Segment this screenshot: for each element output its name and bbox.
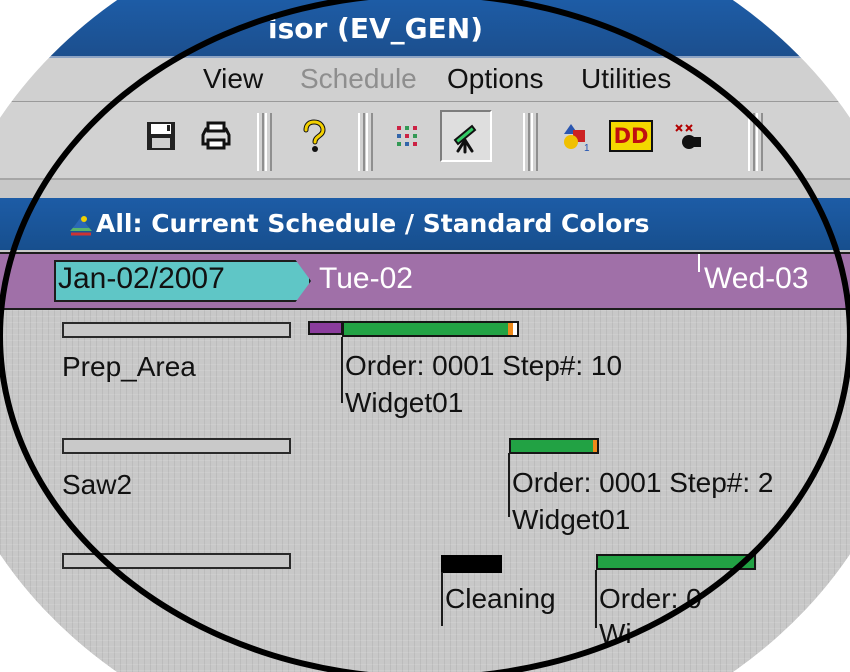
- item-label[interactable]: Wi: [599, 618, 632, 650]
- task-progress: [511, 440, 593, 452]
- task-bar[interactable]: [509, 438, 599, 454]
- application-window-crop: isor (EV_GEN) View Schedule Options Util…: [0, 0, 850, 672]
- menu-schedule[interactable]: Schedule: [300, 65, 417, 93]
- menu-bar: View Schedule Options Utilities: [0, 58, 850, 102]
- timeline-header: Jan-02/2007 Tue-02 Wed-03: [0, 252, 850, 310]
- grid-view-button[interactable]: [383, 110, 435, 162]
- toolbar-separator: [748, 113, 755, 171]
- save-button[interactable]: [135, 110, 187, 162]
- telescope-icon: [453, 124, 477, 154]
- resource-capacity-bar[interactable]: [62, 438, 291, 454]
- toolbar-separator: [366, 113, 373, 171]
- grid-icon: [397, 126, 417, 146]
- bug-button[interactable]: [660, 110, 712, 162]
- day-label-tue: Tue-02: [319, 262, 413, 295]
- task-bar[interactable]: [596, 554, 756, 570]
- day-label-wed: Wed-03: [704, 262, 809, 295]
- toolbar-separator: [257, 113, 264, 171]
- task-bar[interactable]: [342, 321, 519, 337]
- toolbar-separator: [265, 113, 272, 171]
- schedule-title: All: Current Schedule / Standard Colors: [96, 209, 650, 238]
- resource-name[interactable]: Saw2: [62, 469, 132, 501]
- toolbar-separator: [531, 113, 538, 171]
- item-label[interactable]: Widget01: [512, 504, 630, 536]
- item-label[interactable]: Widget01: [345, 387, 463, 419]
- toolbar-separator: [756, 113, 763, 171]
- order-label[interactable]: Order: 0001 Step#: 2: [512, 467, 774, 499]
- app-screenshot-view: isor (EV_GEN) View Schedule Options Util…: [0, 0, 850, 672]
- toolbar-separator: [523, 113, 530, 171]
- telescope-button[interactable]: [440, 110, 492, 162]
- toolbar: 1 DD: [0, 102, 850, 180]
- resource-capacity-bar[interactable]: [62, 322, 291, 338]
- app-title: isor (EV_GEN): [268, 12, 483, 45]
- resource-capacity-bar[interactable]: [62, 553, 291, 569]
- toolbar-separator: [358, 113, 365, 171]
- window-icon: [70, 216, 92, 236]
- resource-name[interactable]: Prep_Area: [62, 351, 196, 383]
- task-link-line: [595, 570, 597, 628]
- dd-button[interactable]: DD: [605, 110, 657, 162]
- task-link-line: [341, 337, 343, 403]
- task-status-marker: [508, 323, 513, 335]
- printer-icon: [201, 121, 231, 150]
- order-label[interactable]: Order: 0: [599, 583, 702, 615]
- dd-icon: DD: [608, 120, 654, 152]
- order-label[interactable]: Order: 0001 Step#: 10: [345, 350, 622, 382]
- main-titlebar: isor (EV_GEN): [0, 0, 850, 58]
- cleaning-label[interactable]: Cleaning: [445, 583, 556, 615]
- save-icon: [147, 122, 175, 150]
- menu-view[interactable]: View: [203, 65, 263, 93]
- shapes-icon: 1: [564, 124, 590, 154]
- help-button[interactable]: [288, 110, 340, 162]
- task-progress: [598, 556, 754, 568]
- schedule-titlebar: All: Current Schedule / Standard Colors: [0, 198, 850, 250]
- task-link-line: [508, 453, 510, 517]
- task-progress: [344, 323, 508, 335]
- schedule-window: All: Current Schedule / Standard Colors …: [0, 180, 850, 672]
- day-divider: [698, 254, 700, 272]
- svg-text:1: 1: [584, 143, 590, 154]
- menu-utilities[interactable]: Utilities: [581, 65, 671, 93]
- menu-options[interactable]: Options: [447, 65, 544, 93]
- setup-block[interactable]: [308, 321, 343, 335]
- bug-icon: [675, 124, 701, 149]
- shapes-button[interactable]: 1: [550, 110, 602, 162]
- task-status-marker: [593, 440, 597, 452]
- help-icon: [303, 119, 326, 152]
- cleaning-block[interactable]: [441, 555, 502, 573]
- current-date: Jan-02/2007: [58, 262, 225, 295]
- cleaning-link-line: [441, 572, 443, 626]
- print-button[interactable]: [190, 110, 242, 162]
